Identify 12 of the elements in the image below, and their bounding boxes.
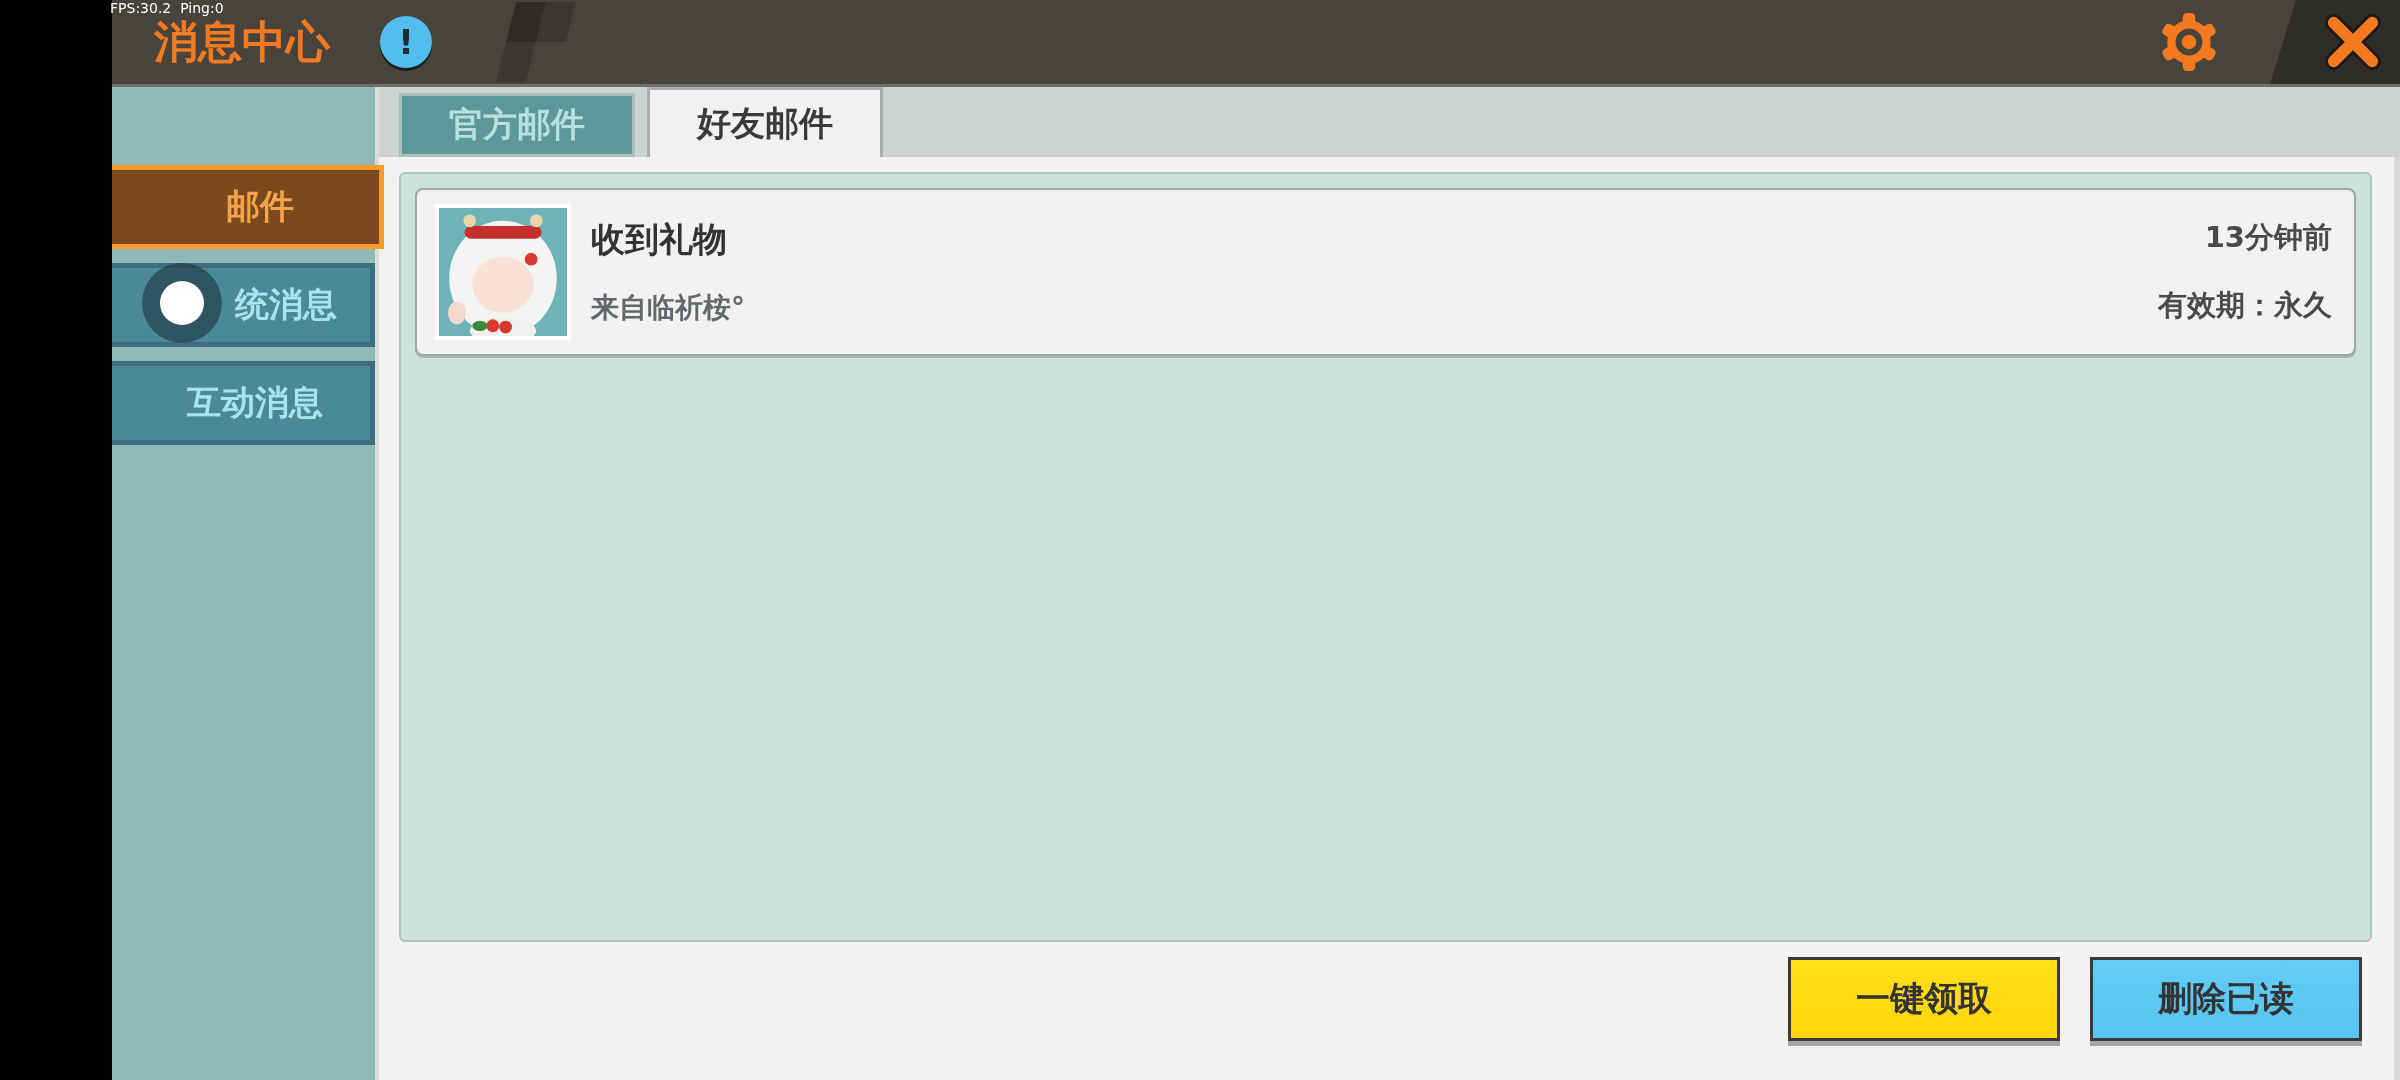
stripes-icon — [496, 2, 576, 82]
mail-sender: 来自临祈桉° — [591, 290, 746, 326]
tab[interactable]: 好友邮件 — [647, 87, 883, 157]
mail-validity: 有效期：永久 — [2158, 287, 2332, 324]
sidebar-item[interactable]: 邮件 — [112, 165, 384, 249]
debug-overlay: FPS:30.2 Ping:0 — [110, 0, 224, 16]
mail-time: 13分钟前 — [2204, 219, 2332, 256]
mail-title: 收到礼物 — [591, 218, 728, 261]
window-title: 消息中心 — [154, 15, 330, 69]
close-icon[interactable] — [2324, 13, 2382, 71]
mail-card[interactable]: 收到礼物 来自临祈桉° 13分钟前 有效期：永久 — [415, 188, 2356, 356]
info-badge[interactable]: ! — [380, 16, 432, 68]
